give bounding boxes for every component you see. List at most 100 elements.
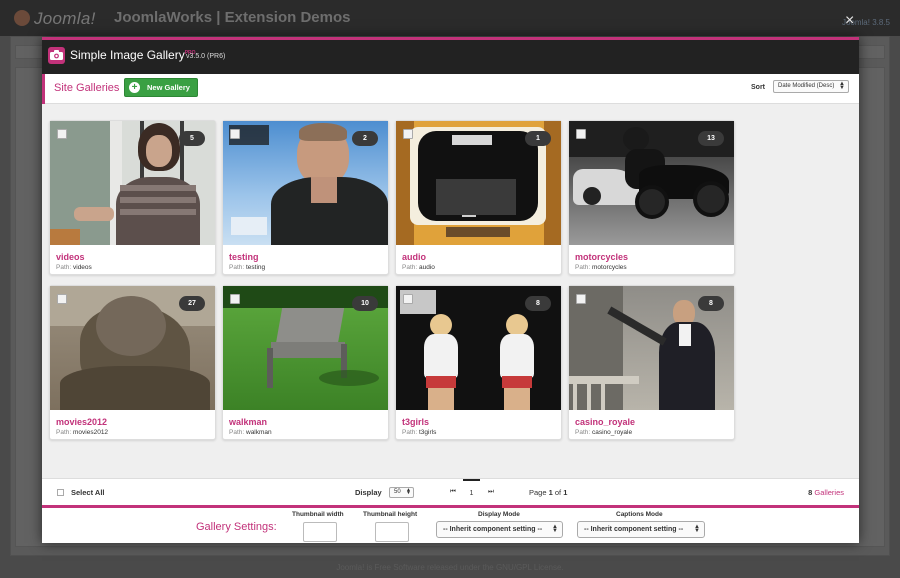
close-icon[interactable]: × [845,13,854,29]
gallery-card[interactable]: 8 t3girls Path: t3girls [395,285,562,440]
gallery-path: Path: videos [56,264,92,271]
thumb-width-input[interactable] [303,522,337,542]
gallery-path: Path: casino_royale [575,429,632,436]
path-label: Path: [402,264,418,271]
last-page-icon[interactable]: ⏭ [488,488,494,496]
captions-mode-select[interactable]: -- Inherit component setting -- ▲ ▼ [577,521,705,538]
path-value: movies2012 [73,429,109,436]
path-value: videos [73,264,92,271]
gallery-title[interactable]: motorcycles [575,252,628,262]
sort-label: Sort [751,84,765,91]
gallery-checkbox[interactable] [403,294,413,304]
pagination-current-page[interactable]: 1 [463,479,480,506]
gallery-checkbox[interactable] [576,129,586,139]
gallery-toolbar: Site Galleries + New Gallery Sort Date M… [42,74,859,104]
section-title: Site Galleries [54,82,120,94]
gallery-path: Path: walkman [229,429,272,436]
path-label: Path: [402,429,418,436]
gallery-card[interactable]: 1 audio Path: audio [395,120,562,275]
new-gallery-button[interactable]: + New Gallery [124,78,198,97]
camera-icon [48,47,65,64]
select-all-checkbox[interactable] [57,489,64,496]
display-label: Display [355,488,382,497]
gallery-card[interactable]: 10 walkman Path: walkman [222,285,389,440]
select-arrows-icon: ▲ ▼ [552,524,558,534]
gallery-title[interactable]: walkman [229,417,267,427]
gallery-settings: Gallery Settings: Thumbnail width Thumbn… [42,505,859,543]
app-title: Simple Image GalleryPRO [70,48,196,62]
galleries-total: 8 [808,488,813,497]
galleries-count: 8 Galleries [808,488,844,497]
page-total: 1 [563,488,568,497]
app-version: v3.5.0 (PR6) [186,53,226,60]
gallery-card[interactable]: 2 testing Path: testing [222,120,389,275]
image-count-badge: 5 [179,131,205,146]
gallery-checkbox[interactable] [230,294,240,304]
backdrop-footer: Joomla! is Free Software released under … [336,563,564,572]
path-label: Path: [575,429,591,436]
first-page-icon[interactable]: ⏮ [450,488,456,496]
plus-circle-icon: + [129,82,140,93]
path-value: testing [246,264,266,271]
gallery-title[interactable]: videos [56,252,85,262]
sort-select[interactable]: Date Modified (Desc) ▲ ▼ [773,80,849,93]
gallery-path: Path: movies2012 [56,429,108,436]
gallery-path: Path: testing [229,264,265,271]
captions-mode-label: Captions Mode [616,511,663,518]
gallery-checkbox[interactable] [576,294,586,304]
gallery-title[interactable]: audio [402,252,426,262]
display-select[interactable]: 50 ▲ ▼ [389,487,414,498]
gallery-footer: Select All Display 50 ▲ ▼ ⏮ 1 ⏭ Page 1 of… [42,478,859,505]
backdrop-header: Joomla! JoomlaWorks | Extension Demos Jo… [0,0,900,36]
site-title: JoomlaWorks | Extension Demos [114,9,351,26]
select-all-label[interactable]: Select All [71,488,105,497]
gallery-card[interactable]: 5 videos Path: videos [49,120,216,275]
thumb-height-input[interactable] [375,522,409,542]
select-arrows-icon: ▲ ▼ [406,487,411,496]
gallery-checkbox[interactable] [57,294,67,304]
image-count-badge: 8 [525,296,551,311]
page-current: 1 [548,488,553,497]
thumb-width-label: Thumbnail width [292,511,344,518]
app-name: Simple Image Gallery [70,48,185,62]
image-count-badge: 10 [352,296,378,311]
gallery-modal: Simple Image GalleryPRO v3.5.0 (PR6) Sit… [42,37,859,543]
path-label: Path: [56,264,72,271]
gallery-card[interactable]: 27 movies2012 Path: movies2012 [49,285,216,440]
display-value: 50 [394,489,401,495]
gallery-checkbox[interactable] [57,129,67,139]
path-label: Path: [229,264,245,271]
path-value: casino_royale [592,429,633,436]
select-arrows-icon: ▲ ▼ [694,524,700,534]
gallery-checkbox[interactable] [230,129,240,139]
page-word: Page [529,488,547,497]
path-value: walkman [246,429,272,436]
page-of: of [554,488,562,497]
captions-mode-value: -- Inherit component setting -- [584,526,684,533]
display-mode-value: -- Inherit component setting -- [443,526,543,533]
joomla-logo-icon [14,10,30,26]
accent-bar [42,74,45,104]
modal-header: Simple Image GalleryPRO v3.5.0 (PR6) [42,37,859,74]
path-label: Path: [56,429,72,436]
page-info: Page 1 of 1 [529,488,567,497]
display-mode-select[interactable]: -- Inherit component setting -- ▲ ▼ [436,521,563,538]
gallery-title[interactable]: t3girls [402,417,429,427]
path-label: Path: [575,264,591,271]
image-count-badge: 1 [525,131,551,146]
gallery-checkbox[interactable] [403,129,413,139]
gallery-title[interactable]: testing [229,252,259,262]
gallery-card[interactable]: 8 casino_royale Path: casino_royale [568,285,735,440]
gallery-path: Path: t3girls [402,429,436,436]
path-value: audio [419,264,435,271]
gallery-card[interactable]: 13 motorcycles Path: motorcycles [568,120,735,275]
gallery-title[interactable]: movies2012 [56,417,107,427]
gallery-path: Path: audio [402,264,435,271]
galleries-word: Galleries [814,488,844,497]
settings-title: Gallery Settings: [196,521,277,533]
sort-value: Date Modified (Desc) [778,83,835,89]
image-count-badge: 8 [698,296,724,311]
display-mode-label: Display Mode [478,511,520,518]
gallery-title[interactable]: casino_royale [575,417,635,427]
joomla-logo: Joomla! [14,9,96,29]
